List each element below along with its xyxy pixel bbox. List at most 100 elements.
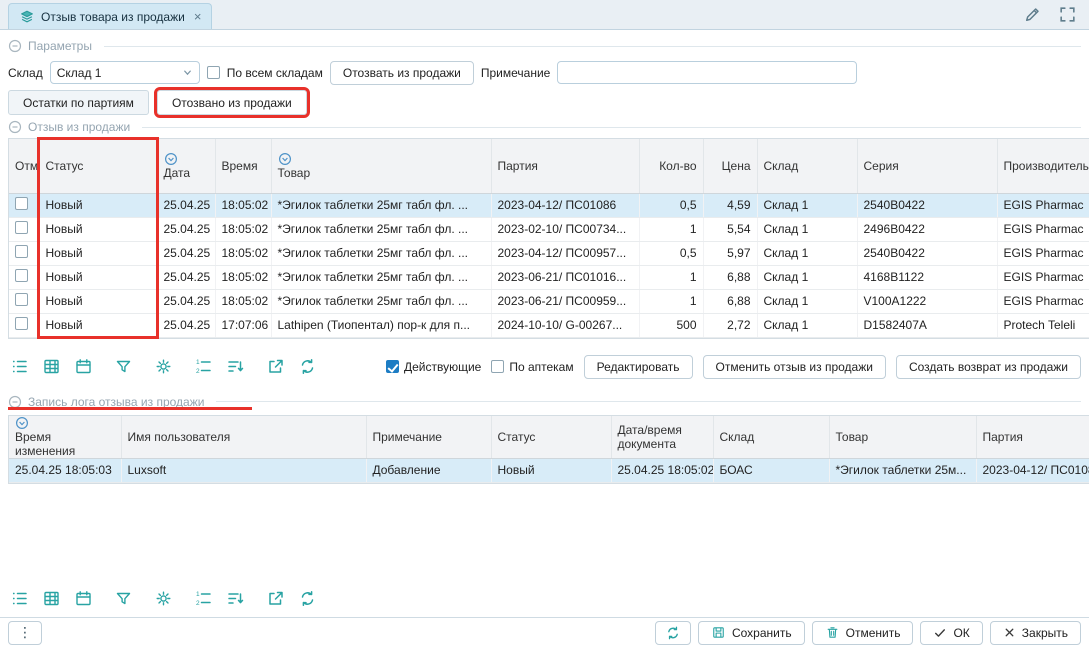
- cell-manufacturer: Protech Teleli: [997, 313, 1089, 337]
- col-series[interactable]: Серия: [857, 139, 997, 193]
- table-row[interactable]: Новый 25.04.25 18:05:02 *Эгилок таблетки…: [9, 193, 1089, 217]
- col-log-product[interactable]: Товар: [829, 416, 976, 459]
- close-button[interactable]: Закрыть: [990, 621, 1081, 645]
- cell-series: 2496B0422: [857, 217, 997, 241]
- col-warehouse[interactable]: Склад: [757, 139, 857, 193]
- export-button[interactable]: [264, 356, 286, 378]
- calendar-button[interactable]: [72, 356, 94, 378]
- cell-price: 4,59: [703, 193, 757, 217]
- col-time[interactable]: Время: [215, 139, 271, 193]
- parameters-form: Склад Склад 1 По всем складам Отозвать и…: [8, 60, 1081, 85]
- cell-time: 18:05:02: [215, 265, 271, 289]
- row-checkbox[interactable]: [15, 293, 28, 306]
- sort-bars-icon: [226, 357, 245, 376]
- calendar-button[interactable]: [72, 587, 94, 609]
- collapse-circle-minus-icon[interactable]: [8, 39, 22, 53]
- edit-pencil-icon[interactable]: [1023, 5, 1042, 24]
- tab-recalled-from-sale[interactable]: Отозвано из продажи: [157, 90, 307, 115]
- gear-icon: [154, 357, 173, 376]
- col-qty[interactable]: Кол-во: [639, 139, 703, 193]
- settings-button[interactable]: [152, 587, 174, 609]
- sort-button[interactable]: [224, 356, 246, 378]
- cell-series: 2540B0422: [857, 241, 997, 265]
- cell-time: 18:05:02: [215, 217, 271, 241]
- table-row[interactable]: Новый 25.04.25 17:07:06 Lathipen (Тиопен…: [9, 313, 1089, 337]
- col-date[interactable]: Дата: [157, 139, 215, 193]
- cell-check: [9, 265, 39, 289]
- cell-warehouse: Склад 1: [757, 241, 857, 265]
- collapse-circle-minus-icon[interactable]: [8, 120, 22, 134]
- refresh-button[interactable]: [296, 356, 318, 378]
- row-checkbox[interactable]: [15, 245, 28, 258]
- col-note[interactable]: Примечание: [366, 416, 491, 459]
- col-log-batch[interactable]: Партия: [976, 416, 1089, 459]
- expand-icon[interactable]: [1058, 5, 1077, 24]
- col-batch[interactable]: Партия: [491, 139, 639, 193]
- list-view-button[interactable]: [8, 587, 30, 609]
- cancel-button[interactable]: Отменить: [812, 621, 914, 645]
- sort-button[interactable]: [224, 587, 246, 609]
- table-row[interactable]: Новый 25.04.25 18:05:02 *Эгилок таблетки…: [9, 265, 1089, 289]
- row-checkbox[interactable]: [15, 221, 28, 234]
- cell-product: *Эгилок таблетки 25мг табл фл. ...: [271, 289, 491, 313]
- row-checkbox[interactable]: [15, 317, 28, 330]
- table-view-button[interactable]: [40, 587, 62, 609]
- col-user[interactable]: Имя пользователя: [121, 416, 366, 459]
- cell-series: D1582407A: [857, 313, 997, 337]
- col-log-warehouse[interactable]: Склад: [713, 416, 829, 459]
- ok-button[interactable]: ОК: [920, 621, 982, 645]
- cell-manufacturer: EGIS Pharmac: [997, 217, 1089, 241]
- create-return-button[interactable]: Создать возврат из продажи: [896, 355, 1081, 379]
- recall-from-sale-button[interactable]: Отозвать из продажи: [330, 61, 474, 85]
- filter-button[interactable]: [112, 587, 134, 609]
- list-view-button[interactable]: [8, 356, 30, 378]
- col-doc-datetime[interactable]: Дата/время документа: [611, 416, 713, 459]
- document-tab[interactable]: Отзыв товара из продажи ×: [8, 3, 212, 29]
- by-pharmacy-checkbox[interactable]: [491, 360, 504, 373]
- cancel-recall-button[interactable]: Отменить отзыв из продажи: [703, 355, 886, 379]
- active-only-checkbox[interactable]: [386, 360, 399, 373]
- warehouse-select[interactable]: Склад 1: [50, 61, 200, 84]
- numbered-list-button[interactable]: 1 2: [192, 587, 214, 609]
- col-log-status[interactable]: Статус: [491, 416, 611, 459]
- col-product[interactable]: Товар: [271, 139, 491, 193]
- filter-button[interactable]: [112, 356, 134, 378]
- save-button[interactable]: Сохранить: [698, 621, 805, 645]
- export-button[interactable]: [264, 587, 286, 609]
- col-price[interactable]: Цена: [703, 139, 757, 193]
- note-input[interactable]: [557, 61, 857, 84]
- row-checkbox[interactable]: [15, 197, 28, 210]
- col-manufacturer[interactable]: Производитель: [997, 139, 1089, 193]
- numbered-list-button[interactable]: 1 2: [192, 356, 214, 378]
- log-section-title: Запись лога отзыва из продажи: [28, 395, 204, 409]
- table-view-button[interactable]: [40, 356, 62, 378]
- table-row[interactable]: Новый 25.04.25 18:05:02 *Эгилок таблетки…: [9, 289, 1089, 313]
- by-pharmacy-filter: По аптекам: [491, 360, 573, 374]
- col-status[interactable]: Статус: [39, 139, 157, 193]
- sort-bars-icon: [226, 589, 245, 608]
- calendar-icon: [74, 589, 93, 608]
- all-warehouses-checkbox[interactable]: [207, 66, 220, 79]
- warehouse-select-value: Склад 1: [57, 66, 102, 80]
- log-table-row[interactable]: 25.04.25 18:05:03 Luxsoft Добавление Нов…: [9, 458, 1089, 482]
- cell-status: Новый: [39, 193, 157, 217]
- row-checkbox[interactable]: [15, 269, 28, 282]
- col-change-time[interactable]: Время изменения: [9, 416, 121, 459]
- tab-stock-by-batches[interactable]: Остатки по партиям: [8, 90, 149, 115]
- refresh-button[interactable]: [296, 587, 318, 609]
- edit-button[interactable]: Редактировать: [584, 355, 693, 379]
- log-table-header-row: Время изменения Имя пользователя Примеча…: [9, 416, 1089, 459]
- cell-batch: 2023-06-21/ ПС00959...: [491, 289, 639, 313]
- collapse-circle-minus-icon[interactable]: [8, 395, 22, 409]
- col-check[interactable]: Отм.: [9, 139, 39, 193]
- cell-date: 25.04.25: [157, 241, 215, 265]
- footer-refresh-button[interactable]: [655, 621, 691, 645]
- table-row[interactable]: Новый 25.04.25 18:05:02 *Эгилок таблетки…: [9, 241, 1089, 265]
- cell-change-time: 25.04.25 18:05:03: [9, 458, 121, 482]
- tab-close-icon[interactable]: ×: [194, 10, 202, 23]
- settings-button[interactable]: [152, 356, 174, 378]
- table-row[interactable]: Новый 25.04.25 18:05:02 *Эгилок таблетки…: [9, 217, 1089, 241]
- cell-qty: 0,5: [639, 241, 703, 265]
- kebab-menu-button[interactable]: ⋮: [8, 621, 42, 645]
- active-only-label: Действующие: [404, 360, 481, 374]
